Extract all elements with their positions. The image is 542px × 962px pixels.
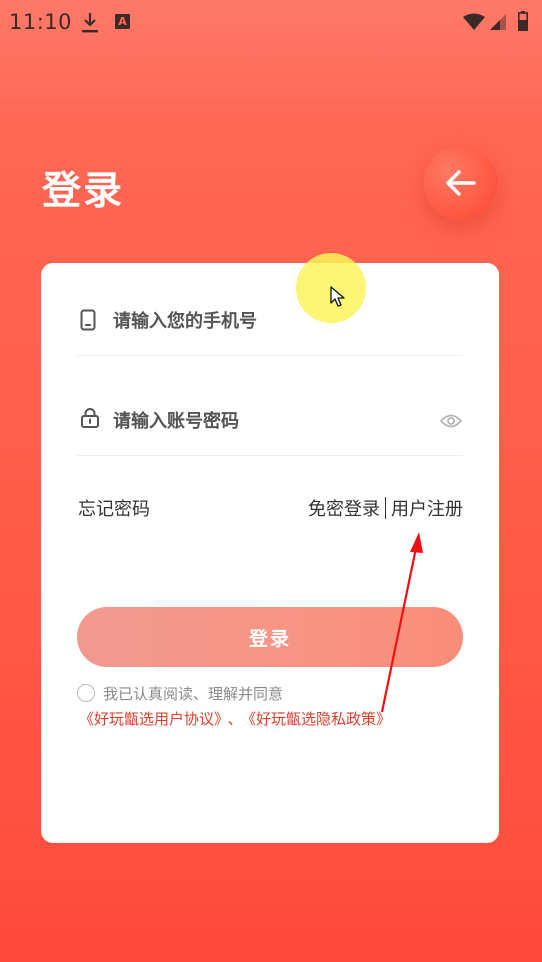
login-options: 免密登录 用户注册 (308, 495, 463, 521)
user-agreement-link[interactable]: 《好玩甑选用户协议》 (79, 710, 222, 728)
passwordless-login-link[interactable]: 免密登录 (308, 495, 380, 521)
battery-icon (518, 11, 528, 31)
login-button[interactable]: 登录 (77, 607, 463, 667)
signal-icon (490, 14, 506, 30)
status-bar: 11:10 A (0, 0, 542, 44)
password-field (77, 363, 463, 456)
download-icon (82, 13, 98, 33)
app-icon-letter: A (118, 15, 127, 28)
forgot-password-link[interactable]: 忘记密码 (78, 495, 150, 521)
lock-icon (81, 408, 99, 428)
status-time: 11:10 (9, 10, 73, 34)
eye-icon[interactable] (440, 413, 462, 429)
agreement-text: 我已认真阅读、理解并同意 (103, 685, 284, 703)
link-divider (385, 497, 386, 519)
privacy-policy-link[interactable]: 《好玩甑选隐私政策》 (249, 710, 392, 728)
register-link[interactable]: 用户注册 (391, 495, 463, 521)
login-card: 忘记密码 免密登录 用户注册 登录 我已认真阅读、理解并同意 《好玩甑选用户协议… (41, 263, 499, 843)
agreement-separator: 、 (227, 710, 243, 728)
agreement-links: 《好玩甑选用户协议》、《好玩甑选隐私政策》 (79, 708, 391, 729)
app-notification-icon: A (115, 14, 130, 29)
agreement-checkbox[interactable] (77, 684, 95, 702)
back-button[interactable] (424, 146, 498, 220)
phone-field (77, 263, 463, 356)
password-input[interactable] (113, 403, 413, 439)
phone-icon (80, 309, 96, 331)
arrow-left-icon (446, 170, 476, 196)
wifi-icon (463, 13, 485, 30)
page-title: 登录 (42, 169, 125, 214)
cursor-icon (330, 286, 345, 307)
phone-input[interactable] (113, 303, 413, 339)
